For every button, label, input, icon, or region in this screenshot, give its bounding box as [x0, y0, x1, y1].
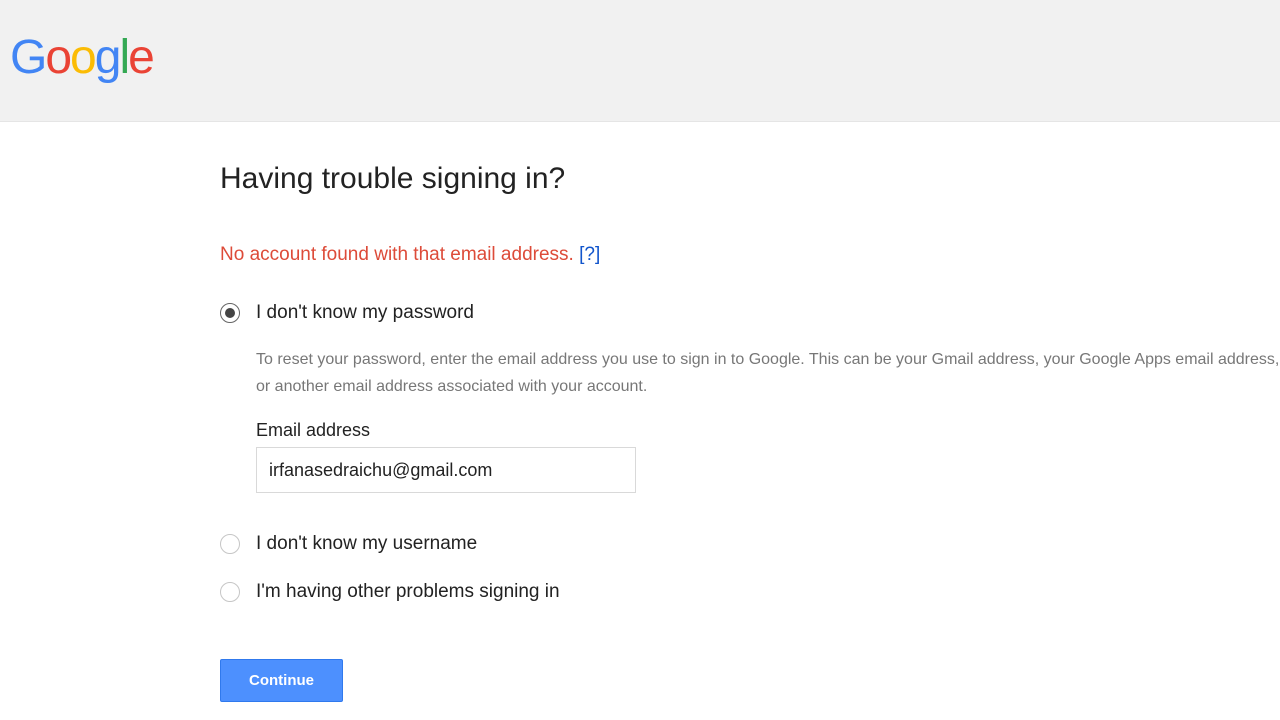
password-section: To reset your password, enter the email …: [220, 346, 1280, 493]
option-username[interactable]: I don't know my username: [220, 533, 1280, 555]
radio-icon[interactable]: [220, 303, 240, 323]
main-content: Having trouble signing in? No account fo…: [0, 122, 1280, 702]
radio-icon[interactable]: [220, 582, 240, 602]
error-message: No account found with that email address…: [220, 244, 579, 265]
option-password-label: I don't know my password: [256, 302, 474, 324]
email-field-label: Email address: [256, 420, 1280, 441]
radio-icon[interactable]: [220, 534, 240, 554]
error-row: No account found with that email address…: [220, 244, 1280, 266]
help-link[interactable]: [?]: [579, 244, 600, 265]
logo-letter: o: [45, 31, 70, 84]
logo-letter: G: [10, 31, 45, 84]
option-other[interactable]: I'm having other problems signing in: [220, 581, 1280, 603]
logo-letter: e: [128, 31, 153, 84]
option-password[interactable]: I don't know my password: [220, 302, 1280, 324]
option-username-label: I don't know my username: [256, 533, 477, 555]
email-input[interactable]: [256, 447, 636, 493]
header: Google: [0, 0, 1280, 122]
google-logo: Google: [10, 31, 153, 84]
password-help-text: To reset your password, enter the email …: [256, 346, 1280, 400]
logo-letter: o: [70, 31, 95, 84]
logo-letter: g: [95, 31, 120, 84]
continue-button[interactable]: Continue: [220, 659, 343, 702]
option-other-label: I'm having other problems signing in: [256, 581, 560, 603]
page-title: Having trouble signing in?: [220, 162, 1280, 196]
logo-letter: l: [119, 31, 128, 84]
